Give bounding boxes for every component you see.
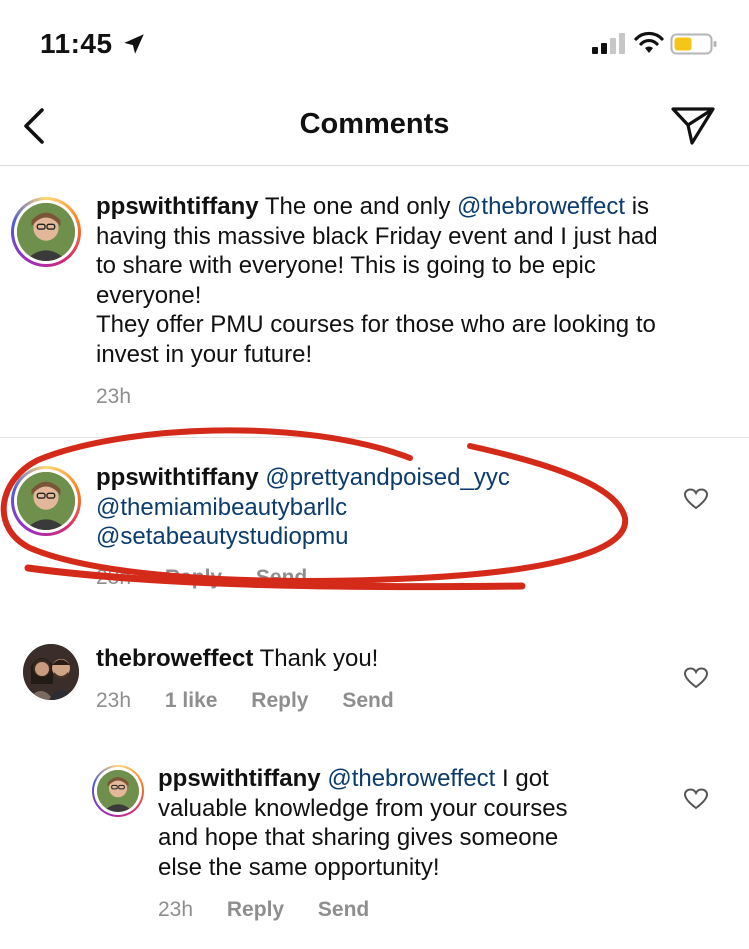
comment-timestamp: 23h xyxy=(96,385,132,408)
cellular-signal-icon xyxy=(592,33,625,54)
comment-text-part: Thank you! xyxy=(259,645,379,672)
comment-line: valuable knowledge from your courses xyxy=(158,794,568,822)
comment-username[interactable]: thebroweffect xyxy=(96,645,253,672)
comment-line: to share with everyone! This is going to… xyxy=(96,252,596,279)
page-title: Comments xyxy=(299,108,450,140)
heart-icon[interactable] xyxy=(683,787,709,811)
comment-meta: 23h 1 like Reply Send xyxy=(96,689,422,713)
comment-line: having this massive black Friday event a… xyxy=(96,222,658,250)
status-bar: 11:45 xyxy=(0,0,749,80)
comment-meta: 23h xyxy=(96,385,159,409)
divider xyxy=(0,437,749,438)
reply-button[interactable]: Reply xyxy=(251,689,308,712)
location-arrow-icon xyxy=(124,34,144,54)
comment-line: else the same opportunity! xyxy=(158,853,440,881)
avatar[interactable] xyxy=(92,765,144,817)
comment-line: everyone! xyxy=(96,281,202,309)
mention-link[interactable]: @thebroweffect xyxy=(327,765,495,792)
comment-username[interactable]: ppswithtiffany xyxy=(96,193,259,220)
comment-text: ppswithtiffany The one and only @thebrow… xyxy=(96,192,726,369)
comment-line: They offer PMU courses for those who are… xyxy=(96,311,656,338)
profile-photo xyxy=(23,644,79,700)
comment-meta: 23h Reply Send xyxy=(96,566,335,590)
comment-text: ppswithtiffany @thebroweffect I got valu… xyxy=(158,764,658,882)
comment-timestamp: 23h xyxy=(158,898,194,921)
comment-line: ppswithtiffany @thebroweffect I got xyxy=(158,764,658,794)
wifi-icon xyxy=(634,31,664,53)
comment-line: ppswithtiffany @prettyandpoised_yyc xyxy=(96,463,656,493)
profile-photo xyxy=(17,472,75,530)
comment-text: thebroweffect Thank you! xyxy=(96,644,656,674)
profile-photo xyxy=(17,203,75,261)
comment-timestamp: 23h xyxy=(96,566,132,589)
heart-icon[interactable] xyxy=(683,666,709,690)
nav-bar: Comments xyxy=(0,80,749,166)
avatar[interactable] xyxy=(23,644,79,700)
comment-line: ppswithtiffany The one and only @thebrow… xyxy=(96,192,726,222)
status-time: 11:45 xyxy=(40,28,113,59)
avatar[interactable] xyxy=(11,466,81,536)
send-button[interactable]: Send xyxy=(256,566,307,589)
comment-text-part: is xyxy=(625,193,650,220)
battery-icon xyxy=(670,33,717,55)
likes-count[interactable]: 1 like xyxy=(165,689,218,712)
avatar[interactable] xyxy=(11,197,81,267)
heart-icon[interactable] xyxy=(683,487,709,511)
reply-button[interactable]: Reply xyxy=(165,566,222,589)
comment-username[interactable]: ppswithtiffany xyxy=(158,765,321,792)
comment-text: ppswithtiffany @prettyandpoised_yyc @the… xyxy=(96,463,656,552)
comment-text-part: The one and only xyxy=(264,193,458,220)
profile-photo xyxy=(97,770,139,812)
send-button[interactable]: Send xyxy=(342,689,393,712)
paper-plane-icon[interactable] xyxy=(670,104,716,146)
mention-link[interactable]: @setabeautystudiopmu xyxy=(96,522,656,552)
comment-meta: 23h Reply Send xyxy=(158,898,397,922)
comment-text-part: I got xyxy=(495,765,549,792)
comment-username[interactable]: ppswithtiffany xyxy=(96,464,259,491)
mention-link[interactable]: @prettyandpoised_yyc xyxy=(265,464,510,491)
mention-link[interactable]: @thebroweffect xyxy=(457,193,625,220)
reply-button[interactable]: Reply xyxy=(227,898,284,921)
comment-line: thebroweffect Thank you! xyxy=(96,644,656,674)
mention-link[interactable]: @themiamibeautybarllc xyxy=(96,493,656,523)
comment-line: invest in your future! xyxy=(96,340,313,368)
comment-timestamp: 23h xyxy=(96,689,132,712)
comment-line: and hope that sharing gives someone xyxy=(158,824,559,851)
send-button[interactable]: Send xyxy=(318,898,369,921)
